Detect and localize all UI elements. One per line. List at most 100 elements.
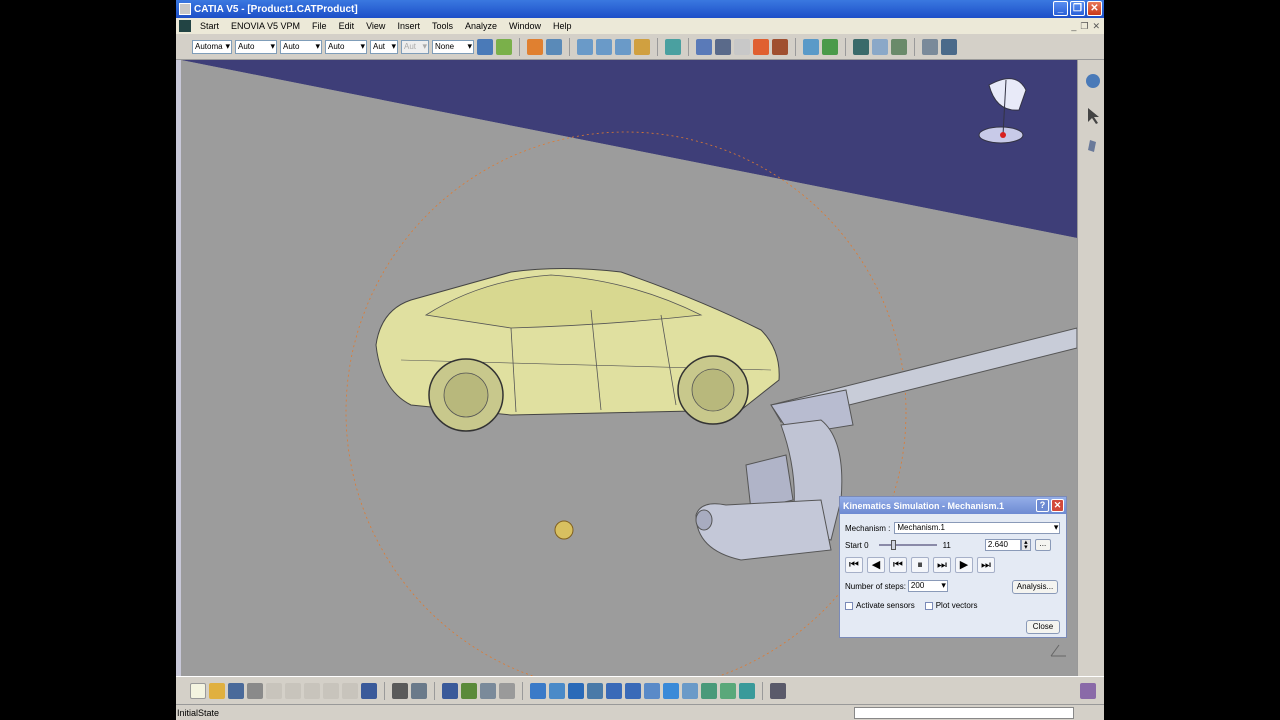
steps-select[interactable]: 200 — [907, 580, 948, 592]
menu-help[interactable]: Help — [547, 21, 578, 31]
painter-icon[interactable] — [477, 38, 493, 55]
menu-start[interactable]: Start — [194, 21, 225, 31]
command-input[interactable] — [854, 707, 1074, 719]
rotate-icon[interactable] — [587, 682, 603, 699]
menu-insert[interactable]: Insert — [391, 21, 426, 31]
catia-window: CATIA V5 - [Product1.CATProduct] _ ❐ ✕ S… — [176, 0, 1104, 720]
zoom-area-icon[interactable] — [549, 682, 565, 699]
point-type-combo[interactable]: Aut — [370, 39, 398, 54]
menu-file[interactable]: File — [306, 21, 333, 31]
menu-tools[interactable]: Tools — [426, 21, 459, 31]
update-icon[interactable] — [853, 38, 869, 55]
select-icon[interactable] — [1088, 108, 1099, 124]
comment-icon[interactable] — [411, 682, 427, 699]
whats-this-icon[interactable] — [361, 682, 377, 699]
catalog-icon[interactable] — [891, 38, 907, 55]
view-mode-icon[interactable] — [682, 682, 698, 699]
cut-icon[interactable] — [266, 682, 282, 699]
line-thickness-combo[interactable]: Auto — [280, 39, 322, 54]
value-spinner[interactable]: ▴ ▾ — [1020, 539, 1031, 551]
reactions-icon[interactable] — [480, 682, 496, 699]
simulation-icon[interactable] — [665, 38, 681, 55]
fit-all-icon[interactable] — [530, 682, 546, 699]
hide-show-icon[interactable] — [701, 682, 717, 699]
menu-view[interactable]: View — [360, 21, 391, 31]
multi-view-icon[interactable] — [872, 38, 888, 55]
value-field[interactable]: 2.640 — [984, 539, 1021, 551]
copy-icon[interactable] — [285, 682, 301, 699]
restore-button[interactable]: ❐ — [1070, 1, 1085, 16]
fill-color-combo[interactable]: Automa — [192, 39, 232, 54]
clash-icon[interactable] — [803, 38, 819, 55]
plot-vectors-checkbox[interactable] — [924, 601, 933, 610]
step-forward-button[interactable]: ⏭ — [933, 557, 951, 573]
normal-view-icon[interactable] — [644, 682, 660, 699]
pan-icon[interactable] — [568, 682, 584, 699]
parameters-icon[interactable] — [499, 682, 515, 699]
mechanism-select[interactable]: Mechanism.1 — [894, 522, 1061, 534]
pause-button[interactable]: ⏸ — [911, 557, 929, 573]
distance-icon[interactable] — [822, 38, 838, 55]
rendering-style-combo[interactable]: Aut — [401, 39, 429, 54]
mdi-restore-icon[interactable]: ❐ — [1080, 21, 1088, 32]
mechanism-analysis-icon[interactable] — [772, 38, 788, 55]
menu-edit[interactable]: Edit — [333, 21, 361, 31]
format-painter-icon[interactable] — [496, 38, 512, 55]
formula-icon[interactable] — [392, 682, 408, 699]
close-window-button[interactable]: ✕ — [1087, 1, 1102, 16]
layer-combo[interactable]: None — [432, 39, 474, 54]
zoom-out-icon[interactable] — [625, 682, 641, 699]
screw-joint-icon[interactable] — [634, 38, 650, 55]
value-more-button[interactable]: ... — [1034, 539, 1051, 551]
redo-icon[interactable] — [342, 682, 358, 699]
dialog-close-icon[interactable]: ✕ — [1051, 499, 1064, 512]
transparency-combo[interactable]: Auto — [235, 39, 277, 54]
fly-mode-icon[interactable] — [1088, 140, 1096, 152]
play-forward-button[interactable]: ▶ — [955, 557, 973, 573]
menu-enovia[interactable]: ENOVIA V5 VPM — [225, 21, 306, 31]
snapshot-icon[interactable] — [941, 38, 957, 55]
knowledge-icon[interactable] — [461, 682, 477, 699]
revolute-joint-icon[interactable] — [577, 38, 593, 55]
assembly-constraint-icon[interactable] — [546, 38, 562, 55]
capture-icon[interactable] — [770, 682, 786, 699]
measure-icon[interactable] — [922, 38, 938, 55]
step-backward-button[interactable]: ⏮ — [889, 557, 907, 573]
analysis-button[interactable]: Analysis... — [1012, 580, 1058, 594]
table-icon[interactable] — [442, 682, 458, 699]
simulation-slider[interactable] — [878, 540, 937, 550]
mdi-minimize-icon[interactable]: _ — [1071, 21, 1076, 32]
mdi-close-icon[interactable]: ✕ — [1092, 21, 1100, 32]
menu-window[interactable]: Window — [503, 21, 547, 31]
sensor-icon[interactable] — [696, 38, 712, 55]
jump-to-start-button[interactable]: ⏮ — [845, 557, 863, 573]
catalog-browser-icon[interactable] — [1086, 74, 1100, 88]
zoom-in-icon[interactable] — [606, 682, 622, 699]
activate-sensors-checkbox[interactable] — [845, 601, 853, 610]
undo-icon[interactable] — [323, 682, 339, 699]
print-icon[interactable] — [247, 682, 263, 699]
document-icon[interactable] — [179, 20, 191, 32]
play-backward-button[interactable]: ◀ — [867, 557, 885, 573]
prismatic-joint-icon[interactable] — [596, 38, 612, 55]
fix-icon[interactable] — [527, 38, 543, 55]
player-controls: ⏮ ◀ ⏮ ⏸ ⏭ ▶ ⏭ — [845, 557, 999, 573]
close-button[interactable]: Close — [1026, 620, 1060, 634]
jump-to-end-button[interactable]: ⏭ — [977, 557, 995, 573]
new-icon[interactable] — [190, 682, 206, 699]
render-style-icon[interactable] — [739, 682, 755, 699]
minimize-button[interactable]: _ — [1053, 1, 1068, 16]
line-type-combo[interactable]: Auto — [325, 39, 367, 54]
replay-icon[interactable] — [734, 38, 750, 55]
slider-thumb[interactable] — [891, 540, 897, 550]
quick-view-icon[interactable] — [663, 682, 679, 699]
open-icon[interactable] — [209, 682, 225, 699]
swap-space-icon[interactable] — [720, 682, 736, 699]
dialog-help-button[interactable]: ? — [1036, 499, 1049, 512]
compile-simulation-icon[interactable] — [715, 38, 731, 55]
paste-icon[interactable] — [304, 682, 320, 699]
speed-acceleration-icon[interactable] — [753, 38, 769, 55]
save-icon[interactable] — [228, 682, 244, 699]
cylindrical-joint-icon[interactable] — [615, 38, 631, 55]
menu-analyze[interactable]: Analyze — [459, 21, 503, 31]
